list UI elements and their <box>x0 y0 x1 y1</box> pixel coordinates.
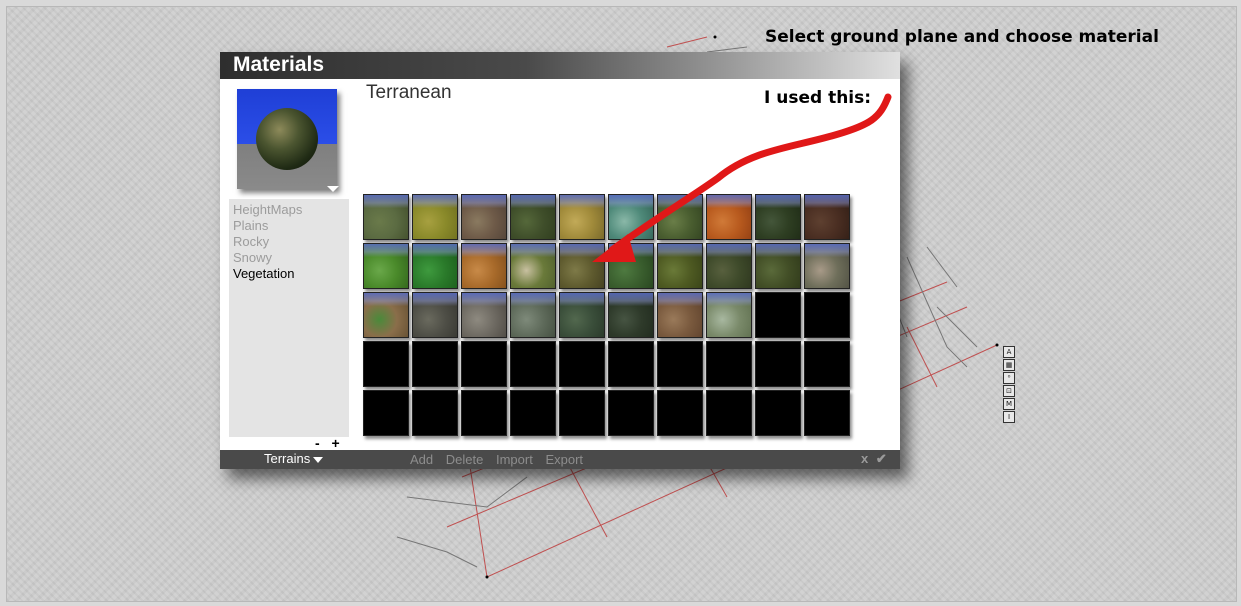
empty-swatch-slot[interactable] <box>412 341 458 387</box>
material-swatch[interactable] <box>363 243 409 289</box>
material-swatch[interactable] <box>608 194 654 240</box>
materials-window: Materials HeightMaps Plains Rocky Snowy … <box>220 52 900 469</box>
material-swatch[interactable] <box>755 194 801 240</box>
category-vegetation[interactable]: Vegetation <box>233 266 349 282</box>
tool-origin-icon[interactable]: ⁰ <box>1003 372 1015 384</box>
material-swatch[interactable] <box>510 194 556 240</box>
category-snowy[interactable]: Snowy <box>233 250 349 266</box>
material-swatch-grid <box>363 194 850 436</box>
material-swatch[interactable] <box>804 194 850 240</box>
mini-toolbar: A ▦ ⁰ ⊡ M I <box>1003 346 1015 423</box>
delete-button[interactable]: Delete <box>446 452 484 467</box>
empty-swatch-slot[interactable] <box>363 390 409 436</box>
material-swatch[interactable] <box>363 194 409 240</box>
category-heightmaps[interactable]: HeightMaps <box>233 202 349 218</box>
empty-swatch-slot[interactable] <box>755 390 801 436</box>
empty-swatch-slot[interactable] <box>706 341 752 387</box>
category-rocky[interactable]: Rocky <box>233 234 349 250</box>
annotation-text: I used this: <box>764 88 872 108</box>
material-swatch[interactable] <box>412 292 458 338</box>
empty-swatch-slot[interactable] <box>804 341 850 387</box>
empty-swatch-slot[interactable] <box>804 292 850 338</box>
empty-swatch-slot[interactable] <box>755 341 801 387</box>
preview-sphere <box>256 108 318 170</box>
material-swatch[interactable] <box>608 243 654 289</box>
empty-swatch-slot[interactable] <box>559 390 605 436</box>
material-actions: Add Delete Import Export <box>410 452 592 467</box>
material-swatch[interactable] <box>412 243 458 289</box>
cancel-icon[interactable]: x <box>861 451 868 466</box>
instruction-caption: Select ground plane and choose material <box>765 27 1159 47</box>
material-swatch[interactable] <box>608 292 654 338</box>
empty-swatch-slot[interactable] <box>804 390 850 436</box>
material-swatch[interactable] <box>461 194 507 240</box>
empty-swatch-slot[interactable] <box>510 341 556 387</box>
empty-swatch-slot[interactable] <box>559 341 605 387</box>
empty-swatch-slot[interactable] <box>706 390 752 436</box>
material-swatch[interactable] <box>510 292 556 338</box>
material-swatch[interactable] <box>559 194 605 240</box>
category-list: HeightMaps Plains Rocky Snowy Vegetation <box>229 199 349 437</box>
window-bottom-bar: Terrains Add Delete Import Export x ✔ <box>220 450 900 469</box>
chevron-down-icon <box>313 456 324 463</box>
material-swatch[interactable] <box>412 194 458 240</box>
empty-swatch-slot[interactable] <box>657 341 703 387</box>
tool-grid-icon[interactable]: ▦ <box>1003 359 1015 371</box>
add-button[interactable]: Add <box>410 452 433 467</box>
empty-swatch-slot[interactable] <box>363 341 409 387</box>
material-swatch[interactable] <box>559 243 605 289</box>
window-title: Materials <box>233 53 325 76</box>
material-swatch[interactable] <box>706 243 752 289</box>
category-plains[interactable]: Plains <box>233 218 349 234</box>
import-button[interactable]: Import <box>496 452 533 467</box>
material-swatch[interactable] <box>706 292 752 338</box>
tool-a-icon[interactable]: A <box>1003 346 1015 358</box>
empty-swatch-slot[interactable] <box>657 390 703 436</box>
export-button[interactable]: Export <box>545 452 583 467</box>
library-dropdown-label: Terrains <box>264 451 311 466</box>
material-swatch[interactable] <box>510 243 556 289</box>
empty-swatch-slot[interactable] <box>461 390 507 436</box>
material-swatch[interactable] <box>461 243 507 289</box>
material-swatch[interactable] <box>657 194 703 240</box>
ok-icon[interactable]: ✔ <box>876 451 887 466</box>
material-preview <box>237 89 337 189</box>
material-swatch[interactable] <box>363 292 409 338</box>
window-titlebar[interactable]: Materials <box>220 52 900 79</box>
material-swatch[interactable] <box>559 292 605 338</box>
tool-material-icon[interactable]: M <box>1003 398 1015 410</box>
tool-box-icon[interactable]: ⊡ <box>1003 385 1015 397</box>
material-swatch[interactable] <box>804 243 850 289</box>
material-swatch[interactable] <box>706 194 752 240</box>
empty-swatch-slot[interactable] <box>412 390 458 436</box>
dialog-confirm: x ✔ <box>857 451 887 467</box>
empty-swatch-slot[interactable] <box>608 341 654 387</box>
material-swatch[interactable] <box>461 292 507 338</box>
material-swatch[interactable] <box>657 292 703 338</box>
empty-swatch-slot[interactable] <box>461 341 507 387</box>
material-name: Terranean <box>366 82 452 103</box>
tool-info-icon[interactable]: I <box>1003 411 1015 423</box>
empty-swatch-slot[interactable] <box>755 292 801 338</box>
material-swatch[interactable] <box>755 243 801 289</box>
preview-menu-icon[interactable] <box>327 186 339 192</box>
add-remove-category-buttons[interactable]: - + <box>315 435 344 451</box>
material-swatch[interactable] <box>657 243 703 289</box>
library-dropdown[interactable]: Terrains <box>264 451 324 466</box>
empty-swatch-slot[interactable] <box>510 390 556 436</box>
empty-swatch-slot[interactable] <box>608 390 654 436</box>
